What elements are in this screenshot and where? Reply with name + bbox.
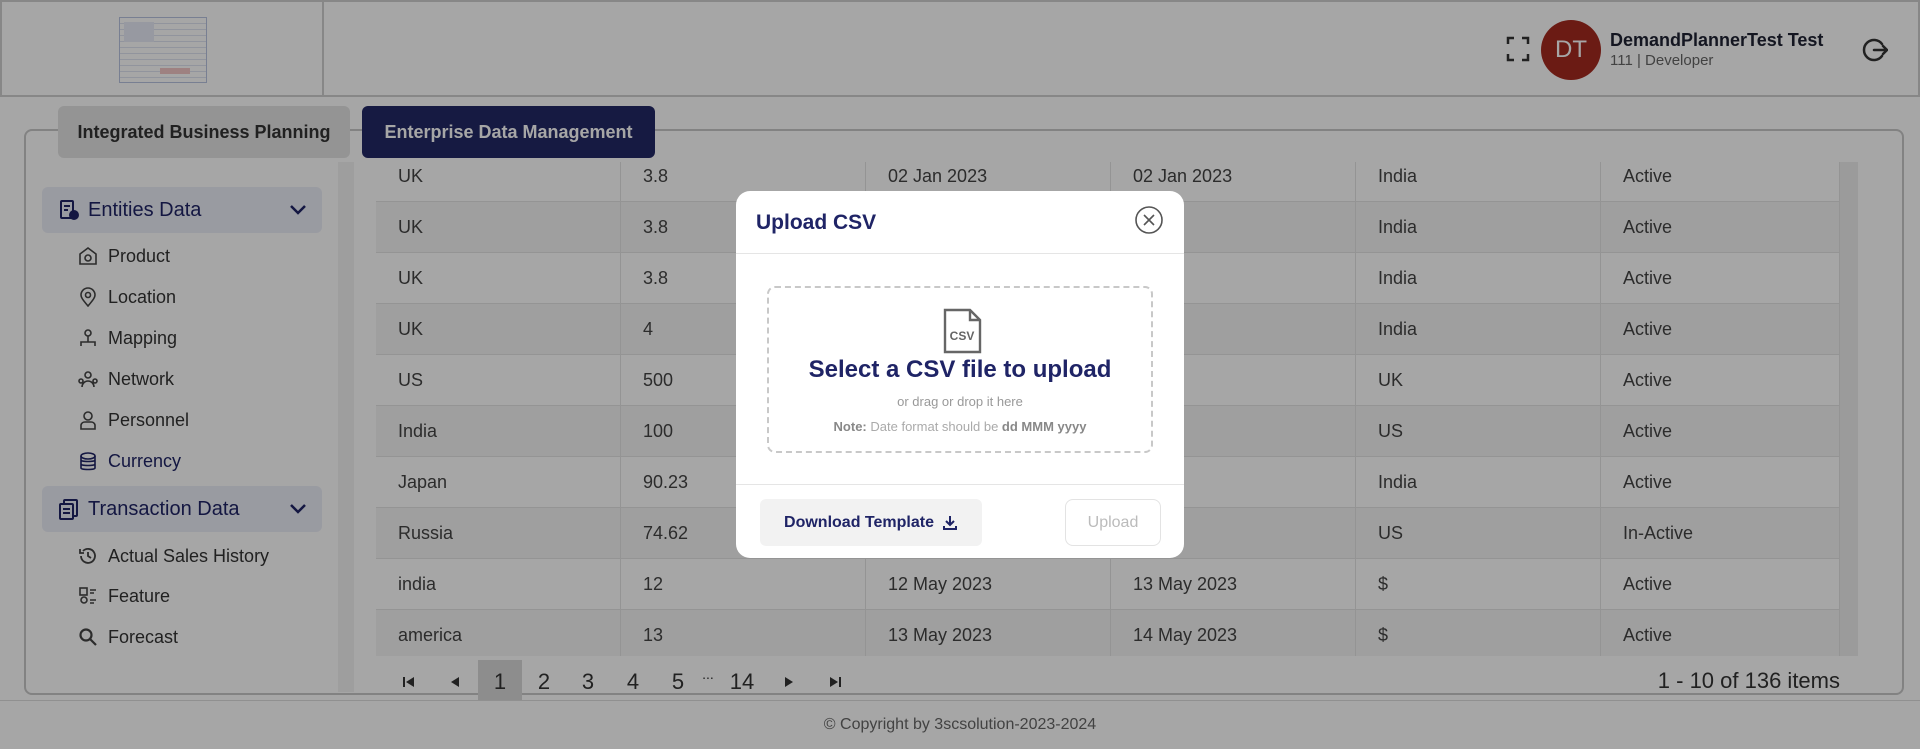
note-label: Note: — [833, 419, 867, 434]
download-template-button[interactable]: Download Template — [760, 499, 982, 546]
divider — [736, 484, 1184, 485]
upload-button[interactable]: Upload — [1065, 499, 1161, 546]
dropzone-title: Select a CSV file to upload — [808, 356, 1112, 383]
download-template-label: Download Template — [784, 513, 934, 531]
csv-dropzone[interactable]: CSV Select a CSV file to upload or drag … — [767, 286, 1153, 453]
csv-file-icon: CSV — [943, 308, 982, 354]
dialog-title: Upload CSV — [756, 211, 877, 234]
date-format-note: Note: Date format should be dd MMM yyyy — [769, 419, 1151, 434]
csv-file-label: CSV — [950, 329, 975, 343]
dropzone-subtitle: or drag or drop it here — [897, 394, 1023, 409]
close-icon[interactable] — [1134, 205, 1164, 235]
note-text: Date format should be — [870, 419, 999, 434]
note-format: dd MMM yyyy — [1001, 419, 1087, 434]
download-icon — [942, 515, 957, 530]
divider — [736, 253, 1184, 254]
upload-csv-dialog: Upload CSV CSV Select a CSV file to uplo… — [736, 191, 1184, 558]
